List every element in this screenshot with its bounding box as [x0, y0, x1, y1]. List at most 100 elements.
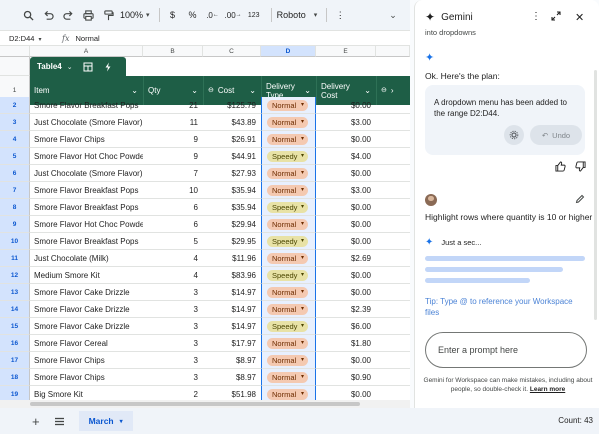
- thumbs-down-icon[interactable]: [575, 161, 586, 172]
- column-header-c[interactable]: C: [203, 46, 261, 57]
- cell-delivery-cost[interactable]: $2.39: [316, 301, 376, 318]
- delivery-type-dropdown-chip[interactable]: Speedy ▾: [267, 151, 308, 162]
- cell-next[interactable]: [376, 199, 410, 216]
- learn-more-link[interactable]: Learn more: [530, 386, 565, 393]
- cell-cost[interactable]: $44.91: [203, 148, 261, 165]
- cell-next[interactable]: [376, 369, 410, 386]
- currency-format-button[interactable]: $: [165, 5, 181, 25]
- row-header[interactable]: 14: [0, 301, 30, 318]
- delivery-type-dropdown-chip[interactable]: Normal ▾: [267, 185, 308, 196]
- cell-item[interactable]: Smore Flavor Chips: [30, 369, 143, 386]
- decrease-decimal-button[interactable]: .0 ←: [205, 5, 221, 25]
- row-header[interactable]: 16: [0, 335, 30, 352]
- increase-decimal-button[interactable]: .00 →: [225, 5, 242, 25]
- row-header[interactable]: 13: [0, 284, 30, 301]
- cell-delivery-cost[interactable]: $0.00: [316, 352, 376, 369]
- cell-qty[interactable]: 4: [143, 250, 203, 267]
- cell-item[interactable]: Smore Flavor Breakfast Pops: [30, 199, 143, 216]
- delivery-type-dropdown-chip[interactable]: Normal ▾: [267, 168, 308, 179]
- cell-cost[interactable]: $8.97: [203, 369, 261, 386]
- row-header[interactable]: 6: [0, 165, 30, 182]
- cell-delivery-type[interactable]: Normal ▾: [261, 165, 316, 182]
- cell-delivery-cost[interactable]: $0.00: [316, 216, 376, 233]
- row-header[interactable]: [0, 57, 30, 76]
- undo-button[interactable]: ↶ Undo: [530, 125, 582, 145]
- cell-next[interactable]: [376, 114, 410, 131]
- row-header[interactable]: 2: [0, 97, 30, 114]
- delivery-type-dropdown-chip[interactable]: Normal ▾: [267, 304, 308, 315]
- cell-delivery-type[interactable]: Normal ▾: [261, 250, 316, 267]
- delivery-type-dropdown-chip[interactable]: Normal ▾: [267, 253, 308, 264]
- delivery-type-dropdown-chip[interactable]: Speedy ▾: [267, 202, 308, 213]
- column-header-b[interactable]: B: [143, 46, 203, 57]
- cell-next[interactable]: [376, 148, 410, 165]
- cell-delivery-cost[interactable]: $0.00: [316, 131, 376, 148]
- cell-delivery-type[interactable]: Normal ▾: [261, 131, 316, 148]
- cell-cost[interactable]: $14.97: [203, 301, 261, 318]
- cell-delivery-type[interactable]: Normal ▾: [261, 284, 316, 301]
- search-menus-icon[interactable]: [20, 5, 36, 25]
- cell-item[interactable]: Smore Flavor Chips: [30, 352, 143, 369]
- panel-scrollbar[interactable]: [594, 70, 597, 320]
- cell-delivery-cost[interactable]: $4.00: [316, 148, 376, 165]
- cell-delivery-type[interactable]: Normal ▾: [261, 182, 316, 199]
- delivery-type-dropdown-chip[interactable]: Speedy ▾: [267, 270, 308, 281]
- undo-icon[interactable]: [40, 5, 56, 25]
- row-header[interactable]: 11: [0, 250, 30, 267]
- cell-delivery-cost[interactable]: $6.00: [316, 318, 376, 335]
- thumbs-up-icon[interactable]: [555, 161, 566, 172]
- cell-qty[interactable]: 9: [143, 148, 203, 165]
- delivery-type-dropdown-chip[interactable]: Speedy ▾: [267, 321, 308, 332]
- cell-next[interactable]: [376, 250, 410, 267]
- delivery-type-dropdown-chip[interactable]: Speedy ▾: [267, 236, 308, 247]
- cell-qty[interactable]: 21: [143, 97, 203, 114]
- cell-cost[interactable]: $27.93: [203, 165, 261, 182]
- cell-cost[interactable]: $29.94: [203, 216, 261, 233]
- horizontal-scrollbar[interactable]: [0, 400, 410, 408]
- row-header[interactable]: 12: [0, 267, 30, 284]
- close-icon[interactable]: ✕: [575, 11, 584, 24]
- cell-cost[interactable]: $29.95: [203, 233, 261, 250]
- cell-qty[interactable]: 3: [143, 369, 203, 386]
- cell-delivery-cost[interactable]: $0.00: [316, 97, 376, 114]
- cell-qty[interactable]: 3: [143, 352, 203, 369]
- cell-cost[interactable]: $125.79: [203, 97, 261, 114]
- delivery-type-dropdown-chip[interactable]: Normal ▾: [267, 100, 308, 111]
- cell-delivery-cost[interactable]: $0.00: [316, 165, 376, 182]
- paint-format-icon[interactable]: [100, 5, 116, 25]
- cell-item[interactable]: Smore Flavor Chips: [30, 131, 143, 148]
- cell-item[interactable]: Smore Flavor Breakfast Pops: [30, 233, 143, 250]
- cell-item[interactable]: Medium Smore Kit: [30, 267, 143, 284]
- cell-cost[interactable]: $35.94: [203, 182, 261, 199]
- row-header[interactable]: 18: [0, 369, 30, 386]
- row-header[interactable]: 7: [0, 182, 30, 199]
- more-options-icon[interactable]: ⋮: [332, 5, 348, 25]
- cell-item[interactable]: Smore Flavor Breakfast Pops: [30, 182, 143, 199]
- cell-next[interactable]: [376, 182, 410, 199]
- cell-cost[interactable]: $43.89: [203, 114, 261, 131]
- add-sheet-icon[interactable]: +: [32, 414, 40, 429]
- redo-icon[interactable]: [60, 5, 76, 25]
- cell-qty[interactable]: 7: [143, 165, 203, 182]
- name-box[interactable]: D2:D44 ▾: [0, 34, 58, 43]
- cell-next[interactable]: [376, 335, 410, 352]
- delivery-type-dropdown-chip[interactable]: Normal ▾: [267, 219, 308, 230]
- row-header[interactable]: 9: [0, 216, 30, 233]
- cell-delivery-cost[interactable]: $2.69: [316, 250, 376, 267]
- row-header[interactable]: 10: [0, 233, 30, 250]
- cell-next[interactable]: [376, 216, 410, 233]
- expand-toolbar-icon[interactable]: ⌄: [385, 5, 401, 25]
- cell-delivery-cost[interactable]: $3.00: [316, 114, 376, 131]
- expand-icon[interactable]: [551, 11, 561, 21]
- font-select[interactable]: Roboto ▾: [277, 5, 318, 25]
- select-all-corner[interactable]: [0, 46, 30, 57]
- cell-next[interactable]: [376, 301, 410, 318]
- cell-qty[interactable]: 3: [143, 318, 203, 335]
- delivery-type-dropdown-chip[interactable]: Normal ▾: [267, 134, 308, 145]
- cell-qty[interactable]: 6: [143, 216, 203, 233]
- cell-next[interactable]: [376, 352, 410, 369]
- scrollbar-thumb[interactable]: [30, 402, 360, 406]
- settings-icon[interactable]: [504, 125, 524, 145]
- cell-qty[interactable]: 3: [143, 335, 203, 352]
- cell-delivery-cost[interactable]: $1.80: [316, 335, 376, 352]
